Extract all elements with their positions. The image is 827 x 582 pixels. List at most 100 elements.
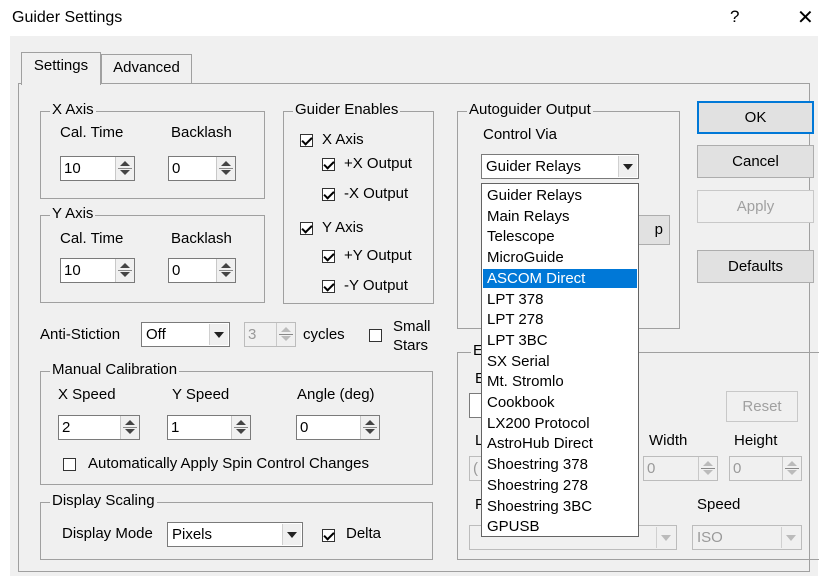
manual-calibration-group-label: Manual Calibration <box>50 361 180 378</box>
small-stars-label-line1: Small <box>393 318 431 335</box>
cycles-label: cycles <box>303 326 345 343</box>
dropdown-option[interactable]: Shoestring 378 <box>483 455 637 474</box>
x-backlash-spin[interactable]: 0 <box>168 156 236 181</box>
anti-stiction-select[interactable]: Off <box>141 322 230 347</box>
spin-arrows-icon[interactable] <box>698 457 717 480</box>
width-spin[interactable]: 0 <box>643 456 718 481</box>
control-via-label: Control Via <box>483 126 557 143</box>
speed-value: ISO <box>697 529 723 546</box>
display-scaling-group-label: Display Scaling <box>50 492 157 509</box>
x-speed-spin[interactable]: 2 <box>58 415 140 440</box>
plus-y-output-label: +Y Output <box>344 247 412 264</box>
display-mode-label: Display Mode <box>62 525 153 542</box>
minus-x-output-checkbox[interactable] <box>322 188 335 201</box>
height-value: 0 <box>733 460 742 477</box>
spin-arrows-icon[interactable] <box>216 157 235 180</box>
dropdown-option-highlighted[interactable]: ASCOM Direct <box>483 268 637 288</box>
height-label: Height <box>734 432 778 449</box>
y-backlash-label: Backlash <box>171 230 232 247</box>
chevron-down-icon[interactable] <box>781 527 800 548</box>
x-axis-group-label: X Axis <box>50 101 96 118</box>
dropdown-option[interactable]: Mt. Stromlo <box>483 372 637 391</box>
spin-arrows-icon[interactable] <box>231 416 250 439</box>
y-cal-time-spin[interactable]: 10 <box>60 258 135 283</box>
control-via-select[interactable]: Guider Relays <box>481 154 639 179</box>
x-cal-time-spin[interactable]: 10 <box>60 156 135 181</box>
auto-apply-label: Automatically Apply Spin Control Changes <box>88 455 369 472</box>
chevron-down-icon[interactable] <box>282 524 301 545</box>
dropdown-option[interactable]: LPT 378 <box>483 290 637 309</box>
plus-x-output-label: +X Output <box>344 155 412 172</box>
chevron-down-icon[interactable] <box>618 156 637 177</box>
spin-arrows-icon[interactable] <box>276 323 295 346</box>
plus-y-output-checkbox[interactable] <box>322 250 335 263</box>
guider-enables-group-label: Guider Enables <box>293 101 401 118</box>
dropdown-option[interactable]: Telescope <box>483 227 637 246</box>
x-axis-enable-label: X Axis <box>322 131 364 148</box>
cancel-button[interactable]: Cancel <box>697 145 814 178</box>
minus-y-output-checkbox[interactable] <box>322 280 335 293</box>
ok-button[interactable]: OK <box>697 101 814 134</box>
dropdown-option[interactable]: AstroHub Direct <box>483 434 637 453</box>
dropdown-option[interactable]: Shoestring 3BC <box>483 497 637 516</box>
chevron-down-icon[interactable] <box>656 527 675 548</box>
anti-stiction-label: Anti-Stiction <box>40 326 121 343</box>
minus-y-output-label: -Y Output <box>344 277 408 294</box>
auto-apply-checkbox[interactable] <box>63 458 76 471</box>
x-speed-value: 2 <box>62 419 71 436</box>
tab-advanced[interactable]: Advanced <box>101 54 192 83</box>
angle-spin[interactable]: 0 <box>296 415 380 440</box>
y-speed-label: Y Speed <box>172 386 230 403</box>
title-bar <box>0 0 827 36</box>
y-cal-time-label: Cal. Time <box>60 230 124 247</box>
small-stars-checkbox[interactable] <box>369 329 382 342</box>
width-label: Width <box>649 432 688 449</box>
plus-x-output-checkbox[interactable] <box>322 158 335 171</box>
dropdown-option[interactable]: Guider Relays <box>483 186 637 205</box>
y-axis-group-label: Y Axis <box>50 205 96 222</box>
dropdown-option[interactable]: MicroGuide <box>483 248 637 267</box>
x-backlash-value: 0 <box>172 160 181 177</box>
dropdown-option[interactable]: SX Serial <box>483 352 637 371</box>
anti-stiction-cycles-spin[interactable]: 3 <box>244 322 296 347</box>
apply-button[interactable]: Apply <box>697 190 814 223</box>
spin-arrows-icon[interactable] <box>115 157 134 180</box>
close-button[interactable]: ✕ <box>797 5 814 30</box>
autoguider-output-group-label: Autoguider Output <box>467 101 593 118</box>
dropdown-option[interactable]: Cookbook <box>483 393 637 412</box>
speed-label: Speed <box>697 496 741 513</box>
dropdown-option[interactable]: GPUSB <box>483 517 637 536</box>
spin-arrows-icon[interactable] <box>120 416 139 439</box>
y-backlash-spin[interactable]: 0 <box>168 258 236 283</box>
angle-value: 0 <box>300 419 309 436</box>
spin-arrows-icon[interactable] <box>360 416 379 439</box>
tab-settings[interactable]: Settings <box>21 52 101 85</box>
partial-spin-2-value: ( <box>473 460 478 477</box>
defaults-button[interactable]: Defaults <box>697 250 814 283</box>
y-axis-checkbox[interactable] <box>300 222 313 235</box>
x-cal-time-label: Cal. Time <box>60 124 124 141</box>
anti-stiction-value: Off <box>146 326 166 343</box>
height-spin[interactable]: 0 <box>729 456 802 481</box>
control-via-dropdown-list[interactable]: Guider Relays Main Relays Telescope Micr… <box>481 183 639 537</box>
help-button[interactable]: ? <box>730 7 739 27</box>
dropdown-option[interactable]: Main Relays <box>483 207 637 226</box>
dropdown-option[interactable]: LPT 3BC <box>483 331 637 350</box>
delta-checkbox[interactable] <box>322 529 335 542</box>
reset-button[interactable]: Reset <box>726 391 798 422</box>
spin-arrows-icon[interactable] <box>216 259 235 282</box>
dropdown-option[interactable]: Shoestring 278 <box>483 476 637 495</box>
speed-select[interactable]: ISO <box>692 525 802 550</box>
x-axis-checkbox[interactable] <box>300 134 313 147</box>
dropdown-option[interactable]: LX200 Protocol <box>483 414 637 433</box>
control-via-value: Guider Relays <box>486 158 582 175</box>
dropdown-option[interactable]: LPT 278 <box>483 310 637 329</box>
small-stars-label-line2: Stars <box>393 337 429 354</box>
display-mode-select[interactable]: Pixels <box>167 522 303 547</box>
y-speed-spin[interactable]: 1 <box>167 415 251 440</box>
spin-arrows-icon[interactable] <box>782 457 801 480</box>
y-speed-value: 1 <box>171 419 180 436</box>
display-mode-value: Pixels <box>172 526 213 543</box>
spin-arrows-icon[interactable] <box>115 259 134 282</box>
chevron-down-icon[interactable] <box>209 324 228 345</box>
